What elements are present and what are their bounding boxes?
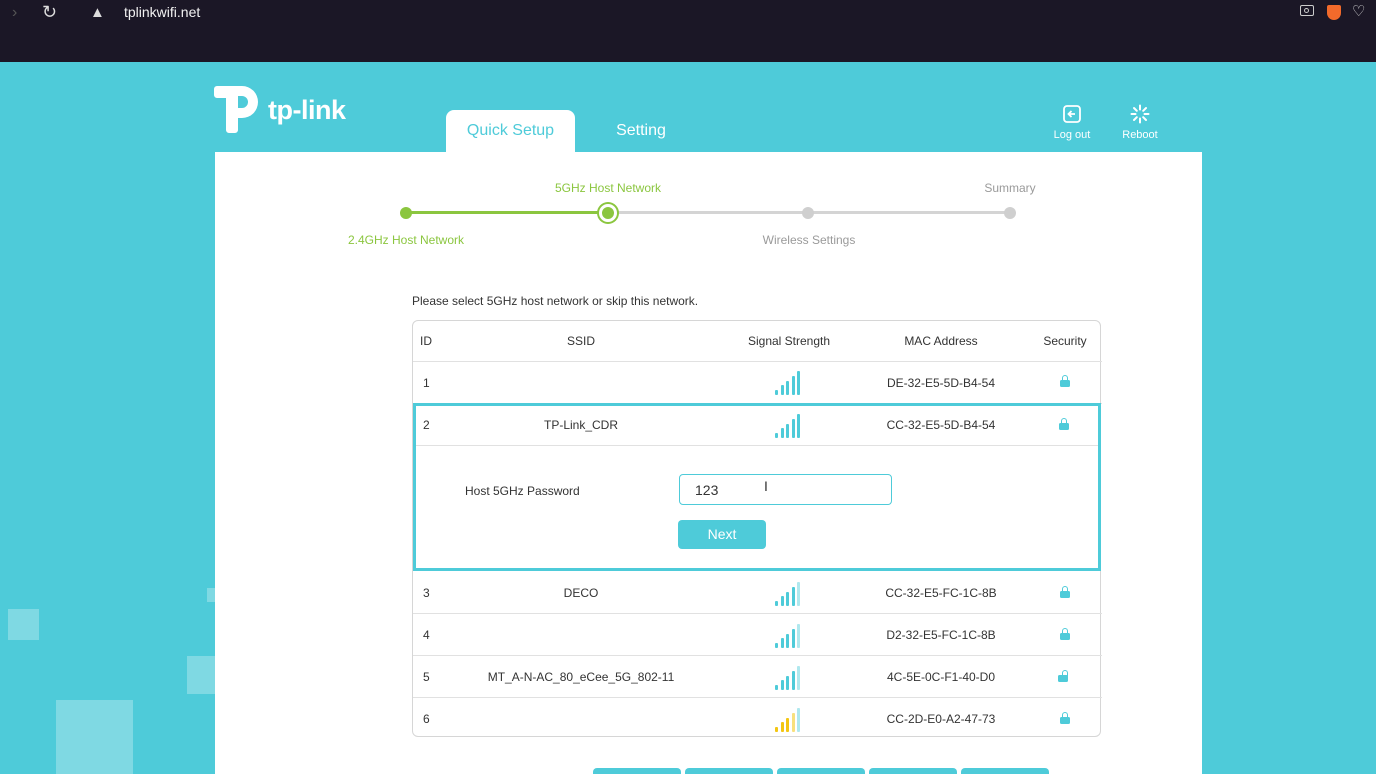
- step-dot-todo: [1004, 207, 1016, 219]
- step-dot-done: [400, 207, 412, 219]
- password-input[interactable]: [679, 474, 892, 505]
- row-divider: [416, 445, 1098, 446]
- bottom-button[interactable]: [685, 768, 773, 774]
- logout-button[interactable]: Log out: [1042, 104, 1102, 141]
- background-decoration: [8, 609, 39, 640]
- bottom-button[interactable]: [869, 768, 957, 774]
- heart-icon[interactable]: ♡: [1352, 2, 1365, 20]
- next-button[interactable]: Next: [678, 520, 766, 549]
- background-decoration: [187, 656, 215, 694]
- reload-icon[interactable]: ↻: [42, 2, 57, 23]
- col-header-id: ID: [420, 334, 432, 348]
- logout-icon: [1063, 105, 1081, 123]
- step-label-2g: 2.4GHz Host Network: [347, 233, 465, 247]
- row-divider: [413, 361, 1102, 362]
- camera-icon[interactable]: [1300, 5, 1314, 16]
- bottom-button[interactable]: [593, 768, 681, 774]
- stepper-track-done: [406, 211, 608, 214]
- col-header-signal: Signal Strength: [747, 334, 831, 348]
- background-decoration: [56, 700, 133, 774]
- reboot-label: Reboot: [1122, 129, 1158, 141]
- row-id: 1: [423, 376, 430, 390]
- lock-icon: [1060, 375, 1070, 387]
- logo-text: tp-link: [268, 95, 346, 125]
- browser-toolbar: › ↻ ▲ tplinkwifi.net ♡: [0, 0, 1376, 62]
- background-decoration: [207, 588, 215, 602]
- row-ssid: TP-Link_CDR: [543, 418, 618, 432]
- forward-icon[interactable]: ›: [12, 4, 17, 22]
- row-ssid: MT_A-N-AC_80_eCee_5G_802-11: [487, 670, 675, 684]
- row-divider: [413, 655, 1102, 656]
- col-header-ssid: SSID: [566, 334, 595, 348]
- tab-quick-setup[interactable]: Quick Setup: [446, 110, 575, 152]
- row-id: 2: [423, 418, 430, 432]
- lock-icon: [1060, 712, 1070, 724]
- row-ssid: DECO: [563, 586, 599, 600]
- address-bar[interactable]: tplinkwifi.net: [124, 4, 200, 20]
- lock-icon: [1060, 586, 1070, 598]
- col-header-security: Security: [1043, 334, 1087, 348]
- row-id: 6: [423, 712, 430, 726]
- row-mac: DE-32-E5-5D-B4-54: [886, 376, 996, 390]
- tab-setting[interactable]: Setting: [598, 110, 684, 152]
- main-card: 2.4GHz Host Network 5GHz Host Network Wi…: [215, 152, 1202, 774]
- step-label-5g: 5GHz Host Network: [554, 181, 662, 195]
- signal-strength-icon: [775, 624, 801, 648]
- row-mac: CC-2D-E0-A2-47-73: [886, 712, 996, 726]
- row-mac: CC-32-E5-5D-B4-54: [886, 418, 996, 432]
- logout-label: Log out: [1053, 129, 1091, 141]
- row-divider: [413, 613, 1102, 614]
- password-label: Host 5GHz Password: [465, 484, 580, 498]
- instruction-text: Please select 5GHz host network or skip …: [412, 294, 699, 308]
- signal-strength-icon: [775, 414, 801, 438]
- step-label-summary: Summary: [984, 181, 1036, 195]
- warning-icon[interactable]: ▲: [90, 4, 105, 21]
- row-mac: D2-32-E5-FC-1C-8B: [886, 628, 996, 642]
- bottom-button[interactable]: [961, 768, 1049, 774]
- row-id: 5: [423, 670, 430, 684]
- signal-strength-icon: [775, 582, 801, 606]
- row-mac: CC-32-E5-FC-1C-8B: [885, 586, 997, 600]
- tp-link-logo-icon: [214, 86, 258, 133]
- row-id: 3: [423, 586, 430, 600]
- step-dot-current: [599, 204, 617, 222]
- brave-shield-icon[interactable]: [1327, 5, 1341, 20]
- unlock-icon: [1058, 670, 1068, 682]
- reboot-button[interactable]: Reboot: [1110, 104, 1170, 141]
- step-label-wireless: Wireless Settings: [762, 233, 856, 247]
- signal-strength-icon: [775, 708, 801, 732]
- reboot-icon: [1130, 104, 1150, 124]
- signal-strength-icon: [775, 666, 801, 690]
- row-mac: 4C-5E-0C-F1-40-D0: [886, 670, 996, 684]
- bottom-button[interactable]: [777, 768, 865, 774]
- step-dot-todo: [802, 207, 814, 219]
- signal-strength-icon: [775, 371, 801, 395]
- row-divider: [413, 697, 1102, 698]
- lock-icon: [1060, 628, 1070, 640]
- row-id: 4: [423, 628, 430, 642]
- col-header-mac: MAC Address: [904, 334, 978, 348]
- lock-icon: [1059, 418, 1069, 430]
- text-cursor-icon: I: [764, 478, 768, 494]
